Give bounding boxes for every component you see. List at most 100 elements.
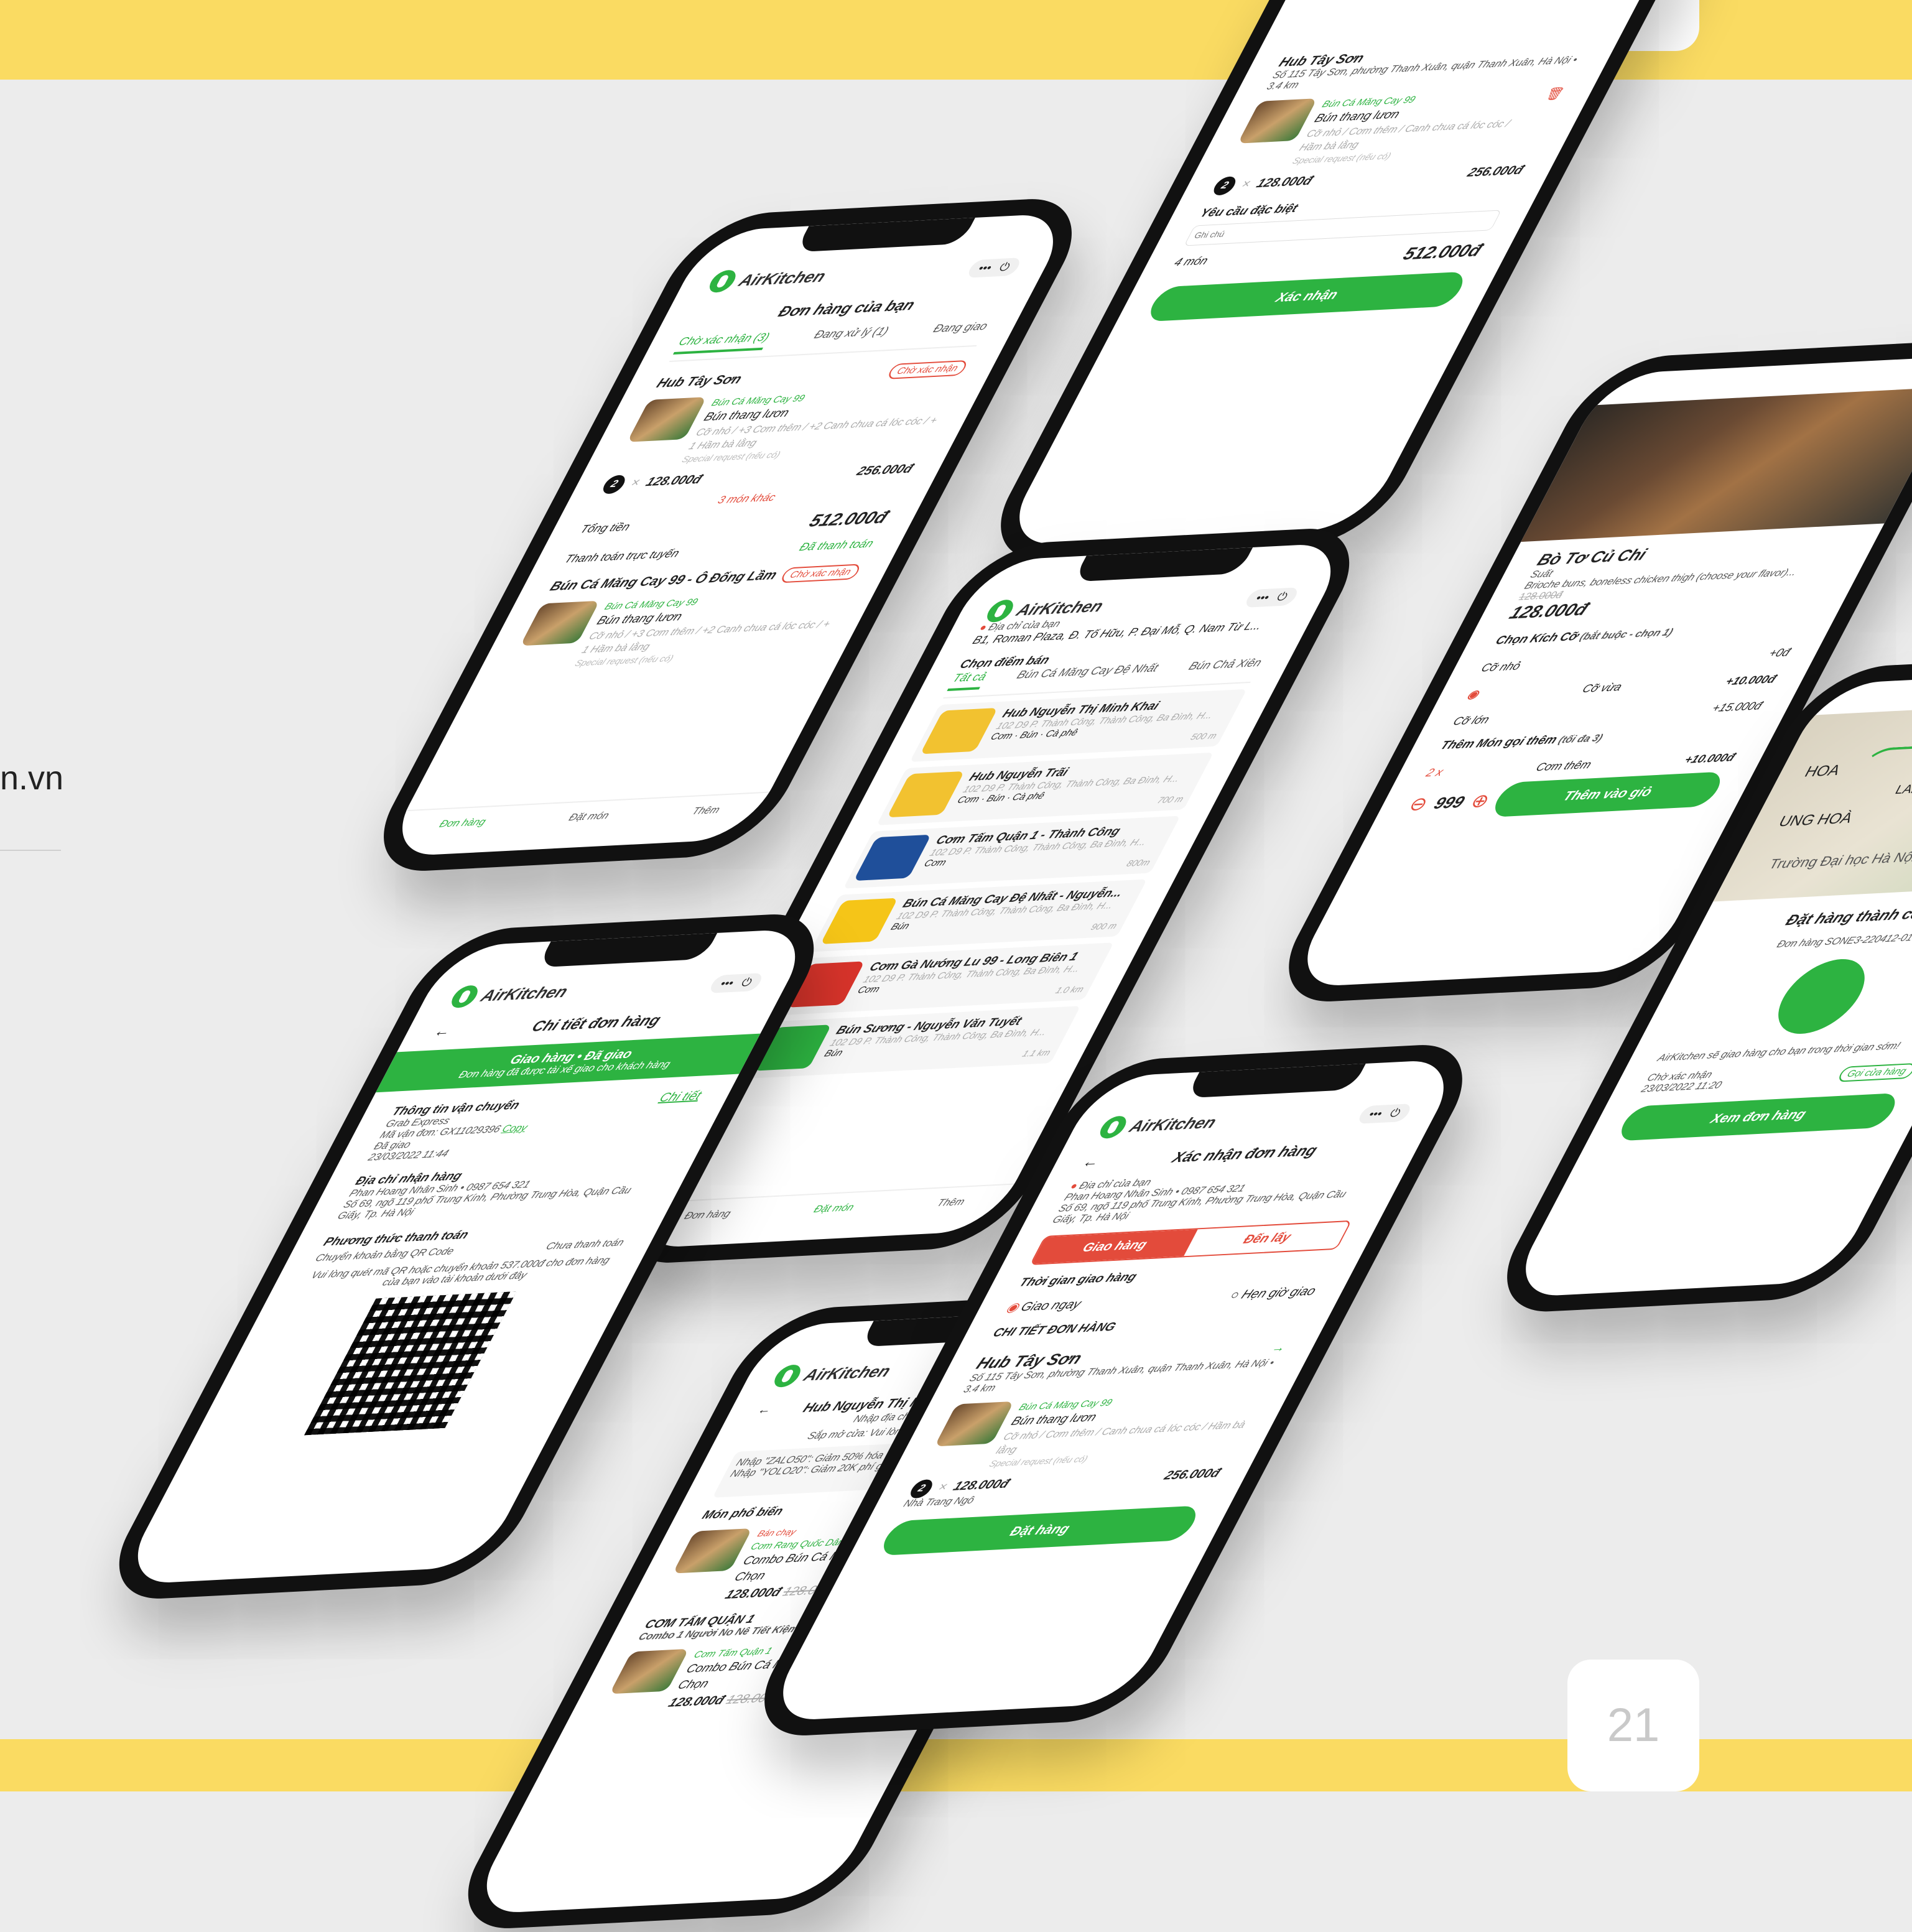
size-section: Chọn Kích Cỡ (bắt buộc - chọn 1) <box>1493 619 1807 648</box>
mini-app-controls[interactable]: •••⏻ <box>707 972 765 993</box>
payment-status: Chưa thanh toán <box>544 1237 626 1252</box>
extra-price: +10.000đ <box>1682 751 1738 766</box>
page-title-text: Xác nhận đơn hàng <box>1169 1142 1320 1166</box>
store-list-item[interactable]: Cơm Tấm Quận 1 - Thành Công 102 D9 P. Th… <box>843 815 1181 889</box>
option-deliver-now[interactable]: ◉ Giao ngay <box>1003 1296 1085 1316</box>
status-row: Chờ xác nhận 23/03/2022 11:20 Gọi cửa hà… <box>1639 1059 1912 1095</box>
mini-app-controls[interactable]: •••⏻ <box>965 257 1023 278</box>
notch <box>1072 547 1253 582</box>
mode-pickup[interactable]: Đến lấy <box>1184 1222 1350 1256</box>
mini-app-controls[interactable]: •••⏻ <box>1356 1103 1414 1124</box>
store-list-item[interactable]: Bún Cá Măng Cay Đệ Nhất - Nguyễn... 102 … <box>810 879 1148 952</box>
option-schedule-label: Hẹn giờ giao <box>1238 1284 1319 1302</box>
nav-orders[interactable]: Đơn hàng <box>437 817 488 830</box>
order-item: Bún Cá Măng Cay 99 Bún thang lươn Cỡ nhỏ… <box>920 1388 1264 1474</box>
back-arrow-icon[interactable]: ← <box>754 1403 774 1418</box>
extra-rule: (tối đa 3) <box>1556 733 1605 746</box>
extra-name: Cơm thêm <box>1533 758 1594 774</box>
app-header: AirKitchen •••⏻ <box>447 970 766 1009</box>
power-icon[interactable]: ⏻ <box>739 975 754 989</box>
mini-app-controls[interactable]: •••⏻ <box>1243 587 1301 608</box>
size-name: Cỡ lớn <box>1450 713 1492 728</box>
total-value: 512.000đ <box>805 507 892 531</box>
store-list: Hub Nguyễn Thị Minh Khai 102 D9 P. Thành… <box>743 689 1247 1079</box>
brand-name: AirKitchen <box>1013 596 1108 620</box>
back-arrow-icon[interactable]: ← <box>430 1023 455 1041</box>
airkitchen-logo-icon <box>705 269 740 294</box>
add-to-cart-button[interactable]: Thêm vào giỏ <box>1488 771 1727 818</box>
mode-delivery[interactable]: Giao hàng <box>1031 1229 1198 1264</box>
size-option[interactable]: Cỡ lớn +15.000đ <box>1450 699 1765 728</box>
order-tabs: Chờ xác nhận (3) Đang xử lý (1) Đang gia… <box>669 319 991 362</box>
store-list-item[interactable]: Hub Nguyễn Trãi 102 D9 P. Thành Công, Th… <box>876 752 1214 825</box>
power-icon[interactable]: ⏻ <box>1274 590 1290 603</box>
more-icon[interactable]: ••• <box>1253 591 1272 605</box>
tab-processing[interactable]: Đang xử lý (1) <box>809 325 891 348</box>
size-option[interactable]: Cỡ nhỏ +0đ <box>1478 646 1793 674</box>
nav-order-food[interactable]: Đặt món <box>567 810 611 824</box>
total-label: Tổng tiền <box>578 520 633 536</box>
cart-item: Bún Cá Măng Cay 99 Bún thang lươn Cỡ nhỏ… <box>1223 86 1567 171</box>
size-rule: (bắt buộc - chọn 1) <box>1577 627 1675 643</box>
more-icon[interactable]: ••• <box>1367 1107 1385 1121</box>
nav-more[interactable]: Thêm <box>935 1197 967 1209</box>
airkitchen-logo-icon <box>1095 1115 1131 1140</box>
delivery-banner: Giao hàng • Đã giao Đơn hàng đã được tài… <box>376 1033 761 1093</box>
delivery-time-options: ◉ Giao ngay ○ Hẹn giờ giao <box>1003 1284 1319 1316</box>
minus-icon[interactable]: ⊖ <box>1405 792 1432 815</box>
brand-name: AirKitchen <box>801 1361 895 1385</box>
size-price: +0đ <box>1766 646 1793 660</box>
store-list-item[interactable]: Bún Sương - Nguyễn Văn Tuyết 102 D9 P. T… <box>743 1006 1081 1079</box>
page-title: ← Chi tiết đơn hàng <box>430 1008 747 1041</box>
payment-row: Thanh toán trực tuyến Đã thanh toán <box>562 537 876 565</box>
dish-price: 128.000đ <box>666 1693 727 1710</box>
size-price: +10.000đ <box>1723 672 1779 688</box>
confirm-button[interactable]: Xác nhận <box>1144 271 1470 322</box>
tab-bun-cha[interactable]: Bún Chả Xiên <box>1183 656 1265 679</box>
page-title: Đơn hàng của bạn <box>775 297 918 320</box>
product-photo <box>1521 386 1912 542</box>
place-order-button[interactable]: Đặt hàng <box>876 1505 1203 1556</box>
delivery-mode-toggle: Giao hàng Đến lấy <box>1029 1220 1352 1265</box>
copy-link[interactable]: Copy <box>500 1123 529 1135</box>
store-list-item[interactable]: Hub Nguyễn Thị Minh Khai 102 D9 P. Thành… <box>909 689 1247 762</box>
bottom-nav: Đơn hàng Đặt món Thêm <box>381 791 770 858</box>
success-title: Đặt hàng thành công <box>1782 904 1912 929</box>
page-number: 21 <box>1567 1660 1699 1791</box>
store-list-item[interactable]: Cơm Gà Nướng Lu 99 - Long Biên 1 102 D9 … <box>776 942 1114 1016</box>
power-icon[interactable]: ⏻ <box>997 260 1013 274</box>
nav-more[interactable]: Thêm <box>690 805 722 817</box>
call-store-button[interactable]: Gọi cửa hàng <box>1836 1062 1912 1082</box>
plus-icon[interactable]: ⊕ <box>1467 789 1494 812</box>
order-code: Đơn hàng SONE3-220412-0144 <box>1775 932 1912 950</box>
qty-badge: 2 <box>907 1479 936 1499</box>
tab-all[interactable]: Tất cả <box>947 670 990 692</box>
nav-order-food[interactable]: Đặt món <box>811 1202 856 1215</box>
app-header: AirKitchen •••⏻ <box>705 255 1024 294</box>
map-label: HOA <box>1801 761 1844 781</box>
option-schedule[interactable]: ○ Hẹn giờ giao <box>1227 1284 1319 1304</box>
more-icon[interactable]: ••• <box>718 977 736 990</box>
extra-section: Thêm Món gọi thêm (tối đa 3) <box>1437 723 1752 753</box>
unit-price: 128.000đ <box>643 473 705 490</box>
view-order-button[interactable]: Xem đơn hàng <box>1615 1092 1902 1141</box>
more-icon[interactable]: ••• <box>976 261 995 275</box>
size-option-selected[interactable]: ◉ Cỡ vừa +10.000đ <box>1465 672 1779 701</box>
arrow-right-icon[interactable]: → <box>1268 1341 1289 1356</box>
power-icon[interactable]: ⏻ <box>1387 1106 1403 1120</box>
notch <box>537 932 718 968</box>
back-arrow-icon[interactable]: ← <box>1079 1153 1103 1171</box>
times-icon: × <box>628 476 643 490</box>
size-name: Cỡ nhỏ <box>1478 659 1523 674</box>
payment-status: Đã thanh toán <box>797 537 876 554</box>
notch <box>1186 1063 1366 1098</box>
cart-line-total: 256.000đ <box>1464 164 1526 180</box>
tab-pending[interactable]: Chờ xác nhận (3) <box>672 330 773 355</box>
nav-orders[interactable]: Đơn hàng <box>682 1209 733 1222</box>
shipping-detail-link[interactable]: Chi tiết <box>657 1089 704 1105</box>
notch <box>795 217 975 253</box>
tab-delivering[interactable]: Đang giao <box>927 320 990 341</box>
route-line <box>1806 741 1912 866</box>
size-name: Cỡ vừa <box>1580 680 1625 695</box>
quantity-value: 999 <box>1431 792 1469 812</box>
